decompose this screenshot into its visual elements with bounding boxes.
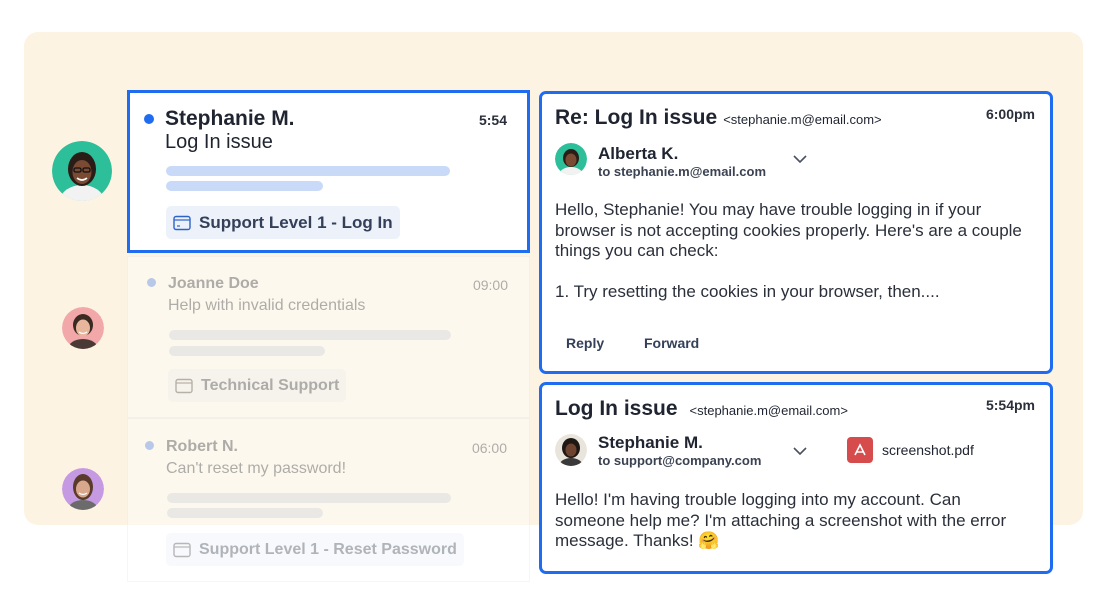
inbox-item-sender: Joanne Doe xyxy=(168,275,259,292)
email-subject-text: Re: Log In issue xyxy=(555,106,718,129)
inbox-item-subject: Log In issue xyxy=(165,131,273,153)
ticket-tag-icon xyxy=(173,215,191,230)
inbox-item-robert[interactable]: Robert N. Can't reset my password! 06:00… xyxy=(127,418,530,582)
avatar-robert xyxy=(62,468,104,510)
email-subject: Log In issue <stephanie.m@email.com> xyxy=(555,397,848,421)
inbox-item-time: 06:00 xyxy=(471,440,507,456)
unread-dot-icon xyxy=(147,278,156,287)
email-recipient: to support@company.com xyxy=(598,453,762,468)
inbox-item-sender: Stephanie M. xyxy=(165,107,295,130)
preview-placeholder xyxy=(169,346,325,356)
email-body-paragraph: Hello, Stephanie! You may have trouble l… xyxy=(555,200,1022,260)
ticket-tag[interactable]: Support Level 1 - Reset Password xyxy=(166,533,464,566)
ticket-tag-icon xyxy=(173,542,191,557)
email-recipient: to stephanie.m@email.com xyxy=(598,164,766,179)
attachment[interactable]: screenshot.pdf xyxy=(847,437,974,463)
ticket-tag-label: Support Level 1 - Log In xyxy=(199,212,393,232)
unread-dot-icon xyxy=(145,441,154,450)
sender-avatar xyxy=(555,434,587,466)
email-time: 5:54pm xyxy=(985,397,1035,413)
email-sender: Stephanie M. xyxy=(598,433,703,452)
sender-avatar xyxy=(555,143,587,175)
chevron-down-icon[interactable] xyxy=(793,154,807,164)
pdf-icon xyxy=(847,437,873,463)
preview-placeholder xyxy=(169,330,451,340)
inbox-item-subject: Can't reset my password! xyxy=(166,460,347,477)
inbox-item-sender: Robert N. xyxy=(166,438,238,455)
email-time: 6:00pm xyxy=(985,106,1035,122)
unread-dot-icon xyxy=(144,114,154,124)
preview-placeholder xyxy=(167,508,323,518)
email-body-paragraph: 1. Try resetting the cookies in your bro… xyxy=(555,281,940,301)
avatar-joanne xyxy=(62,307,104,349)
avatar-stephanie xyxy=(52,141,112,201)
preview-placeholder xyxy=(167,493,451,503)
email-card-original: Log In issue <stephanie.m@email.com> 5:54… xyxy=(539,382,1053,574)
email-subject-text: Log In issue xyxy=(555,397,678,420)
email-sender: Alberta K. xyxy=(598,144,679,163)
email-subject: Re: Log In issue <stephanie.m@email.com> xyxy=(555,106,882,130)
email-body: Hello! I'm having trouble logging into m… xyxy=(555,490,1007,550)
email-address: <stephanie.m@email.com> xyxy=(723,112,882,127)
email-address: <stephanie.m@email.com> xyxy=(689,403,848,418)
email-card-reply: Re: Log In issue <stephanie.m@email.com> … xyxy=(539,91,1053,374)
ticket-tag-label: Technical Support xyxy=(201,376,340,394)
inbox-item-subject: Help with invalid credentials xyxy=(168,297,366,314)
ticket-tag[interactable]: Support Level 1 - Log In xyxy=(166,206,400,239)
forward-button[interactable]: Forward xyxy=(644,335,699,351)
inbox-item-time: 5:54 xyxy=(478,112,507,128)
inbox-list: Stephanie M. Log In issue 5:54 Support L… xyxy=(127,90,531,582)
ticket-tag-icon xyxy=(175,378,193,393)
inbox-item-time: 09:00 xyxy=(472,277,508,293)
inbox-item-stephanie[interactable]: Stephanie M. Log In issue 5:54 Support L… xyxy=(127,90,530,253)
inbox-item-joanne[interactable]: Joanne Doe Help with invalid credentials… xyxy=(127,256,530,418)
preview-placeholder xyxy=(166,181,323,191)
ticket-tag[interactable]: Technical Support xyxy=(168,369,347,402)
preview-placeholder xyxy=(166,166,450,176)
chevron-down-icon[interactable] xyxy=(793,446,807,456)
attachment-filename: screenshot.pdf xyxy=(882,442,974,458)
ticket-tag-label: Support Level 1 - Reset Password xyxy=(199,540,457,558)
email-body: Hello, Stephanie! You may have trouble l… xyxy=(555,200,1045,322)
reply-button[interactable]: Reply xyxy=(566,335,604,351)
